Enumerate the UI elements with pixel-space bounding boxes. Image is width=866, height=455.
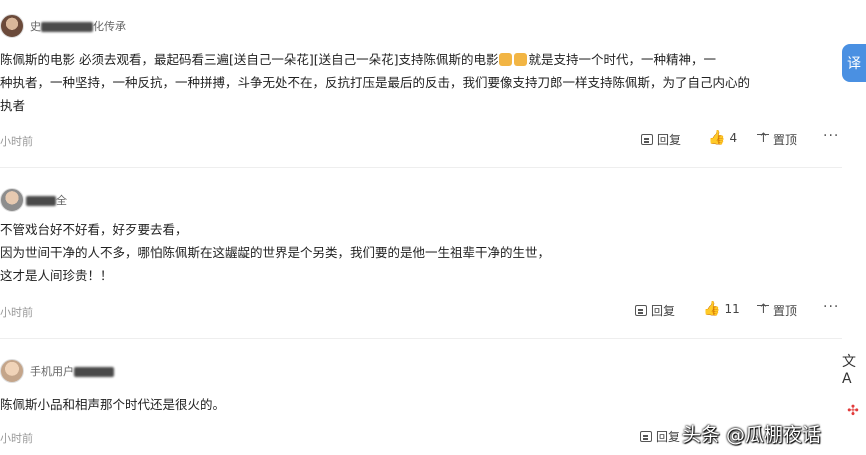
redacted-name bbox=[74, 367, 114, 377]
timestamp: 小时前 bbox=[0, 135, 33, 148]
translate-icon[interactable]: 文A bbox=[842, 354, 864, 387]
comment-line: 陈佩斯小品和相声那个时代还是很火的。 bbox=[0, 397, 226, 412]
watermark: 头条 @瓜棚夜话 bbox=[682, 424, 822, 446]
reply-label: 回复 bbox=[651, 304, 676, 318]
pin-label: 置顶 bbox=[773, 133, 798, 147]
like-icon: 👍 bbox=[708, 130, 726, 146]
comment-line: 陈佩斯的电影 必须去观看，最起码看三遍[送自己一朵花][送自己一朵花]支持陈佩斯… bbox=[0, 52, 499, 67]
thumbs-up-icon bbox=[499, 53, 513, 66]
comment-line: 执者 bbox=[0, 98, 26, 113]
pin-label: 置顶 bbox=[773, 304, 798, 318]
like-button[interactable]: 👍 4 bbox=[708, 131, 737, 145]
reply-button[interactable]: 回复 bbox=[635, 302, 675, 319]
divider bbox=[0, 167, 842, 168]
like-button[interactable]: 👍 11 bbox=[703, 302, 740, 316]
comment-text: 不管戏台好不好看，好歹要去看， 因为世间干净的人不多，哪怕陈佩斯在这龌龊的世界是… bbox=[0, 218, 550, 287]
like-count: 4 bbox=[729, 131, 738, 145]
network-icon[interactable]: ✣ bbox=[842, 400, 864, 422]
like-count: 11 bbox=[724, 302, 740, 316]
username-suffix: 化传承 bbox=[93, 20, 126, 33]
reply-button[interactable]: 回复 bbox=[640, 428, 680, 445]
username[interactable]: 全 bbox=[26, 192, 67, 208]
username-text: 手机用户 bbox=[30, 365, 74, 378]
pin-button[interactable]: 置顶 bbox=[757, 302, 797, 319]
username[interactable]: 史 化传承 bbox=[30, 18, 126, 34]
reply-label: 回复 bbox=[656, 430, 681, 444]
pin-top-icon bbox=[757, 302, 769, 317]
thumbs-up-icon bbox=[514, 53, 528, 66]
like-icon: 👍 bbox=[703, 301, 721, 317]
avatar[interactable] bbox=[0, 359, 24, 383]
pin-button[interactable]: 置顶 bbox=[757, 131, 797, 148]
reply-icon bbox=[641, 134, 653, 145]
more-button[interactable]: ··· bbox=[823, 299, 839, 315]
username[interactable]: 手机用户 bbox=[30, 363, 114, 379]
comment-text: 陈佩斯小品和相声那个时代还是很火的。 bbox=[0, 393, 225, 416]
comment-line: 这才是人间珍贵！！ bbox=[0, 268, 113, 283]
avatar[interactable] bbox=[0, 14, 24, 38]
divider bbox=[0, 338, 842, 339]
redacted-name bbox=[41, 22, 93, 32]
username-suffix: 全 bbox=[56, 194, 67, 207]
avatar[interactable] bbox=[0, 188, 24, 212]
username-text: 史 bbox=[30, 20, 41, 33]
timestamp: 小时前 bbox=[0, 306, 33, 319]
more-button[interactable]: ··· bbox=[823, 128, 839, 144]
translate-label: 译 bbox=[847, 56, 861, 72]
comment-line: 不管戏台好不好看，好歹要去看， bbox=[0, 222, 188, 237]
reply-icon bbox=[635, 305, 647, 316]
translate-button[interactable]: 译 bbox=[842, 44, 866, 82]
pin-top-icon bbox=[757, 131, 769, 146]
reply-icon bbox=[640, 431, 652, 442]
reply-button[interactable]: 回复 bbox=[641, 131, 681, 148]
timestamp: 小时前 bbox=[0, 432, 33, 445]
comment-line: 就是支持一个时代，一种精神，一 bbox=[528, 52, 716, 67]
redacted-name bbox=[26, 196, 56, 206]
comment-text: 陈佩斯的电影 必须去观看，最起码看三遍[送自己一朵花][送自己一朵花]支持陈佩斯… bbox=[0, 48, 750, 117]
comment-line: 因为世间干净的人不多，哪怕陈佩斯在这龌龊的世界是个另类，我们要的是他一生祖辈干净… bbox=[0, 245, 551, 260]
reply-label: 回复 bbox=[657, 133, 682, 147]
comment-line: 种执者，一种坚持，一种反抗，一种拼搏，斗争无处不在，反抗打压是最后的反击，我们要… bbox=[0, 75, 751, 90]
